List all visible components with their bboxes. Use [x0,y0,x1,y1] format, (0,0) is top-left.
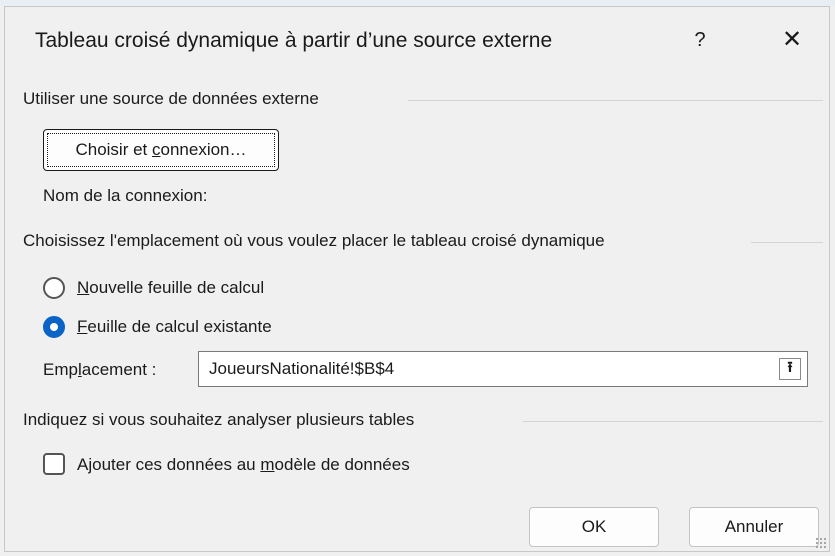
data-model-label-end: odèle de données [274,455,410,474]
analysis-heading-text: Indiquez si vous souhaitez analyser plus… [23,410,415,429]
dialog-title: Tableau croisé dynamique à partir d’une … [35,29,553,52]
existing-worksheet-radio[interactable] [43,316,65,338]
new-worksheet-label-text: ouvelle feuille de calcul [89,278,265,297]
pivot-table-dialog: Tableau croisé dynamique à partir d’une … [4,6,830,552]
choose-connection-button[interactable]: Choisir et connexion… [43,129,279,171]
location-input[interactable]: JoueursNationalité!$B$4 ⭱ [198,351,808,387]
existing-worksheet-label[interactable]: Feuille de calcul existante [77,317,272,337]
new-worksheet-label[interactable]: Nouvelle feuille de calcul [77,278,264,298]
source-heading-text: Utiliser une source de données externe [23,89,319,108]
location-label: Emplacement : [43,360,156,380]
source-section-heading: Utiliser une source de données externe [23,89,823,109]
location-label-end: acement : [81,360,157,379]
choose-connection-label-end: onnexion… [160,140,247,159]
choose-connection-mnemonic: c [152,140,161,159]
help-button[interactable]: ? [685,25,715,55]
existing-worksheet-label-text: euille de calcul existante [87,317,272,336]
close-icon[interactable]: ✕ [777,25,807,55]
choose-connection-label-start: Choisir et [75,140,152,159]
placement-heading-text: Choisissez l'emplacement où vous voulez … [23,231,605,250]
cancel-button[interactable]: Annuler [689,507,819,547]
collapse-dialog-icon[interactable]: ⭱ [779,358,801,380]
location-label-start: Emp [43,360,78,379]
new-worksheet-radio[interactable] [43,277,65,299]
placement-section-heading: Choisissez l'emplacement où vous voulez … [23,231,823,251]
resize-grip-icon[interactable] [815,537,827,549]
new-worksheet-mnemonic: N [77,278,90,297]
analysis-heading-divider [523,421,823,422]
ok-button[interactable]: OK [529,507,659,547]
analysis-section-heading: Indiquez si vous souhaitez analyser plus… [23,410,823,430]
location-input-value: JoueursNationalité!$B$4 [209,359,395,378]
data-model-label-start: Ajouter ces données au [77,455,261,474]
data-model-label[interactable]: Ajouter ces données au modèle de données [77,455,410,475]
data-model-checkbox[interactable] [43,453,65,475]
placement-heading-divider [751,242,823,243]
title-bar: Tableau croisé dynamique à partir d’une … [5,7,829,71]
data-model-mnemonic: m [260,455,275,474]
connection-name-label: Nom de la connexion: [43,186,208,205]
source-heading-divider [408,100,823,101]
existing-worksheet-mnemonic: F [77,317,88,336]
